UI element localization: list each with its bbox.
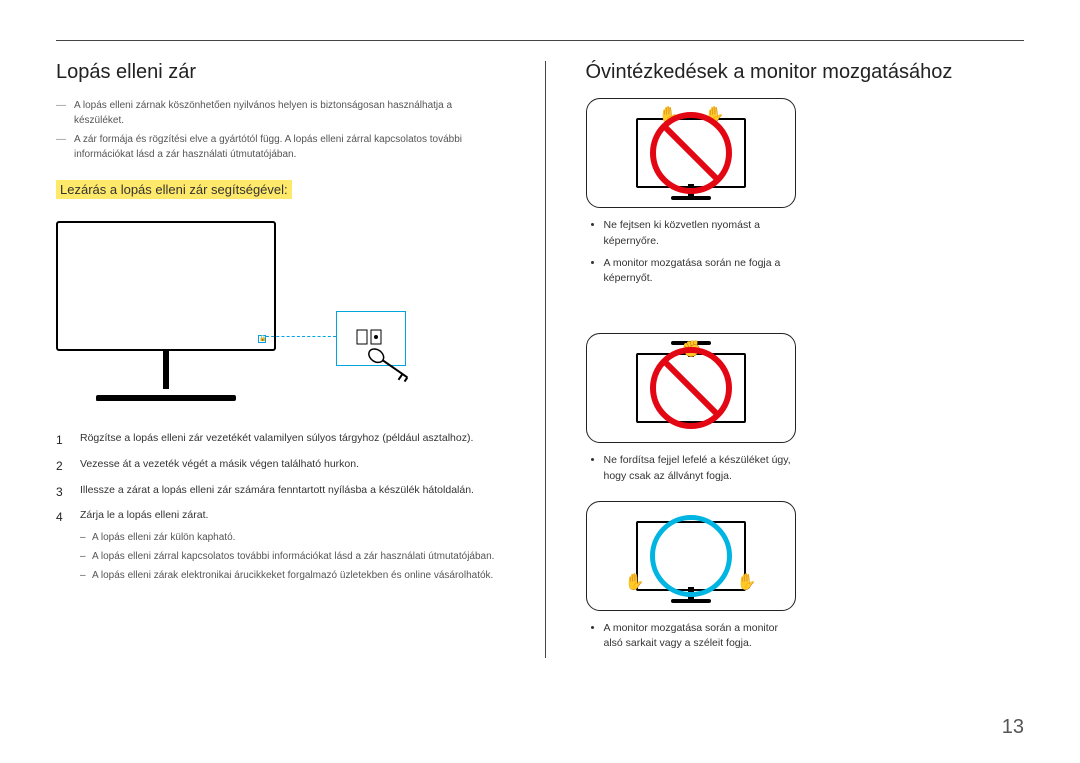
steps-list: Rögzítse a lopás elleni zár vezetékét va… (56, 431, 495, 583)
lock-subheading: Lezárás a lopás elleni zár segítségével: (56, 180, 292, 199)
precaution-c: ✋ ✋ A monitor mozgatása során a monitor … (586, 501, 796, 659)
substep-2: A lopás elleni zárral kapcsolatos tovább… (80, 549, 495, 564)
hold-by-corners-figure: ✋ ✋ (586, 501, 796, 611)
substeps-list: A lopás elleni zár külön kapható. A lopá… (80, 530, 495, 583)
substep-3: A lopás elleni zárak elektronikai árucik… (80, 568, 495, 583)
dont-hold-by-stand-figure: ✊ (586, 333, 796, 443)
step-2: Vezesse át a vezeték végét a másik végen… (56, 457, 495, 473)
step-4-text: Zárja le a lopás elleni zárat. (80, 509, 208, 521)
step-4: Zárja le a lopás elleni zárat. A lopás e… (56, 508, 495, 583)
callout-line (266, 336, 336, 337)
step-1: Rögzítse a lopás elleni zár vezetékét va… (56, 431, 495, 447)
prohibit-icon (647, 344, 735, 432)
allow-icon (650, 515, 732, 597)
hand-icon: ✋ (625, 572, 645, 592)
precaution-b-list: Ne fordítsa fejjel lefelé a készüléket ú… (586, 453, 796, 485)
dont-press-screen-figure: ✋ ✋ (586, 98, 796, 208)
precaution-b: ✊ Ne fordítsa fejjel lefelé a készüléket… (586, 333, 796, 491)
left-column: Lopás elleni zár A lopás elleni zárnak k… (56, 61, 495, 658)
precaution-c-1: A monitor mozgatása során a monitor alsó… (604, 621, 796, 653)
right-column: Óvintézkedések a monitor mozgatásához ✋ … (545, 61, 1025, 658)
note-2: A zár formája és rögzítési elve a gyártó… (56, 132, 495, 162)
step-3: Illessze a zárat a lopás elleni zár szám… (56, 483, 495, 499)
kensington-slot-icon: 🔒 (258, 335, 266, 343)
page-number: 13 (1002, 716, 1024, 739)
precaution-b-1: Ne fordítsa fejjel lefelé a készüléket ú… (604, 453, 796, 485)
note-1: A lopás elleni zárnak köszönhetően nyilv… (56, 98, 495, 128)
monitor-stand (96, 395, 236, 401)
precaution-a-list: Ne fejtsen ki közvetlen nyomást a képern… (586, 218, 796, 287)
precaution-a: ✋ ✋ Ne fejtsen ki közvetlen nyomást a ké… (586, 98, 796, 293)
substep-1: A lopás elleni zár külön kapható. (80, 530, 495, 545)
lock-figure: 🔒 (56, 221, 495, 411)
precaution-c-list: A monitor mozgatása során a monitor alsó… (586, 621, 796, 653)
monitor-illustration: 🔒 (56, 221, 276, 351)
precaution-a-1: Ne fejtsen ki közvetlen nyomást a képern… (604, 218, 796, 250)
precautions-title: Óvintézkedések a monitor mozgatásához (586, 61, 1025, 84)
anti-theft-title: Lopás elleni zár (56, 61, 495, 84)
precaution-a-2: A monitor mozgatása során ne fogja a kép… (604, 256, 796, 288)
hand-icon: ✋ (737, 572, 757, 592)
prohibit-icon (647, 109, 735, 197)
